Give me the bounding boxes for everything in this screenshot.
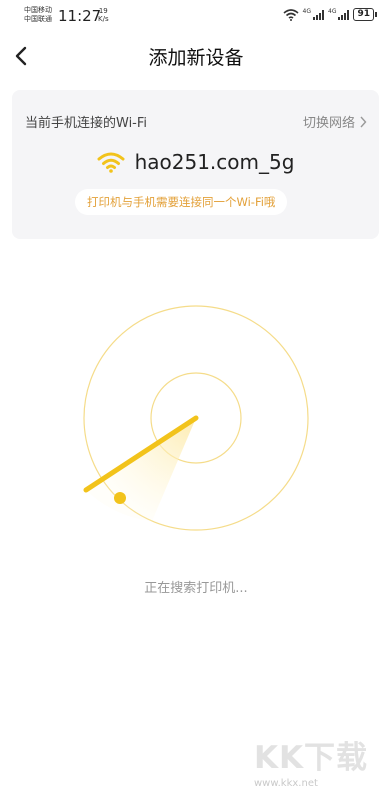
clock: 11:27: [58, 7, 102, 25]
watermark-url: www.kkx.net: [254, 778, 318, 789]
switch-network-label: 切换网络: [302, 116, 355, 131]
wifi-tip: 打印机与手机需要连接同一个Wi-Fi哦: [75, 189, 288, 215]
radar-animation: [83, 305, 309, 531]
wifi-icon: [283, 8, 299, 21]
chevron-right-icon: [360, 116, 367, 127]
page-title: 添加新设备: [148, 47, 244, 69]
device-dot: [114, 492, 126, 504]
network-type-2: 4G: [328, 8, 337, 15]
radar-sweep: [86, 418, 196, 521]
searching-status: 正在搜索打印机...: [144, 581, 248, 596]
network-speed: 19 K/s: [98, 7, 109, 23]
battery-icon: 91: [353, 8, 377, 21]
signal-icon: [313, 9, 324, 20]
wifi-card-label: 当前手机连接的Wi-Fi: [25, 116, 148, 131]
watermark-logo: KK下载: [254, 740, 369, 776]
signal-icon: [338, 9, 350, 20]
carrier-info: 中国移动 中国联通: [24, 6, 52, 24]
carrier-1: 中国移动: [24, 6, 52, 14]
status-bar: 中国移动 中国联通 11:27 19 K/s 4G 4G 91: [0, 0, 392, 34]
wifi-icon: [97, 152, 125, 173]
wifi-ssid: hao251.com_5g: [134, 150, 295, 174]
wifi-card: 当前手机连接的Wi-Fi 切换网络 hao251.com_5g 打印机与手机需要…: [12, 90, 379, 239]
speed-value: 19: [98, 7, 108, 15]
system-icons: 4G 4G 91: [283, 8, 377, 21]
page-header: 添加新设备: [0, 34, 392, 78]
network-type-1: 4G: [302, 8, 311, 15]
watermark: KK下载 www.kkx.net: [254, 740, 372, 796]
current-wifi: hao251.com_5g: [12, 150, 379, 174]
carrier-2: 中国联通: [24, 15, 52, 23]
speed-unit: K/s: [98, 15, 109, 23]
switch-network-button[interactable]: 切换网络: [303, 112, 367, 131]
